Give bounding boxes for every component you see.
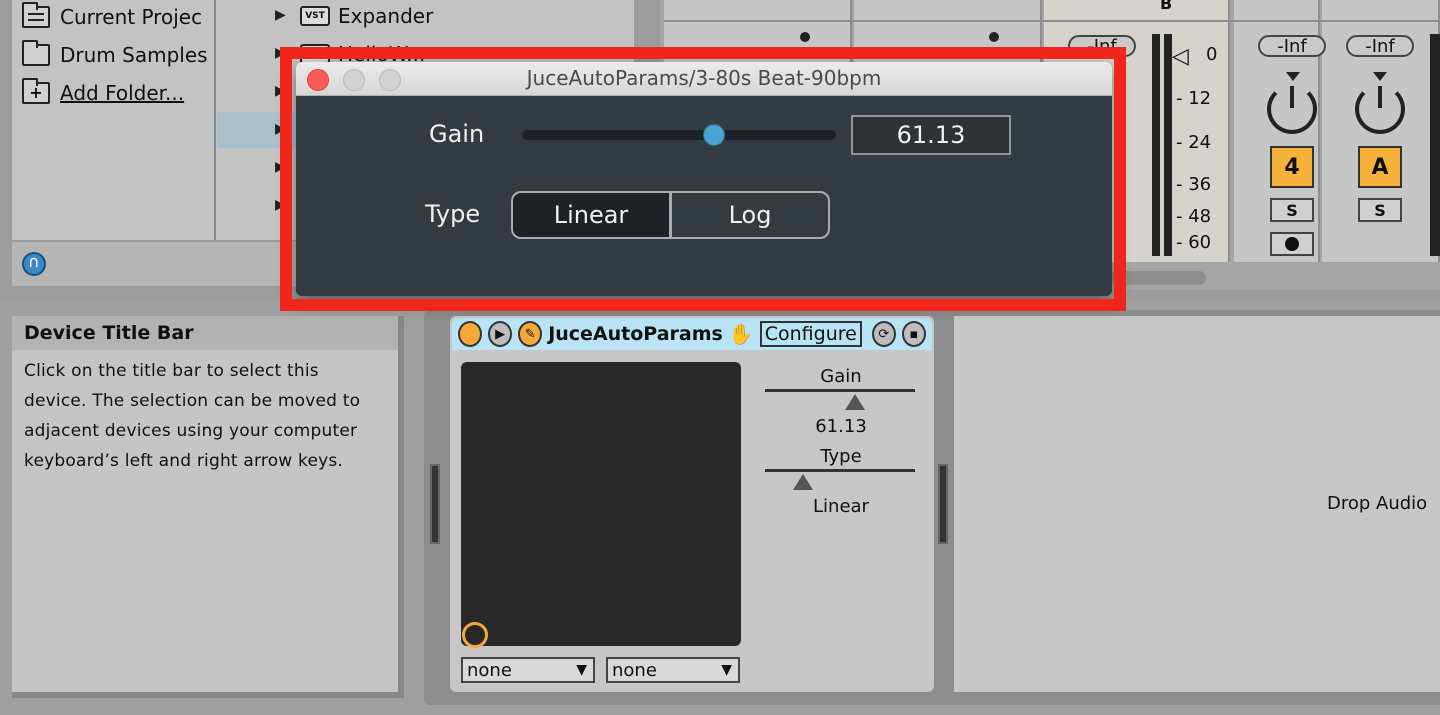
highlight-box: [280, 47, 1126, 311]
mixer-row-divider: [664, 20, 1440, 22]
device-name: JuceAutoParams: [548, 323, 723, 345]
device-activator-button[interactable]: [458, 321, 483, 347]
dropdown-caret-icon: ▼: [576, 662, 587, 678]
xy-x-mapping-dropdown[interactable]: none ▼: [461, 657, 595, 683]
play-icon[interactable]: ▶: [488, 321, 513, 347]
level-meter: [1164, 34, 1172, 256]
browser-item-expander[interactable]: VST Expander: [300, 2, 433, 30]
info-view-title: Device Title Bar: [12, 316, 398, 350]
configure-button[interactable]: Configure: [759, 321, 862, 347]
db-scale-label: - 60: [1176, 232, 1212, 253]
db-scale-label: - 12: [1176, 88, 1212, 109]
volume-fader-triangle-icon[interactable]: ◁: [1172, 44, 1189, 69]
track-volume-readout[interactable]: -Inf: [1346, 35, 1414, 57]
info-view-text: Click on the title bar to select this de…: [24, 361, 361, 471]
folder-icon: [22, 40, 50, 66]
places-item-drum-samples[interactable]: Drum Samples: [22, 38, 208, 72]
param-label-gain: Gain: [820, 366, 862, 387]
device-title-bar[interactable]: ▶ ✎ JuceAutoParams ✋ Configure ⟳ ▪: [452, 318, 932, 350]
places-item-current-project[interactable]: Current Projec: [22, 0, 202, 34]
refresh-icon[interactable]: ⟳: [871, 321, 896, 347]
device-resize-grip[interactable]: [430, 464, 440, 544]
solo-button[interactable]: S: [1270, 198, 1314, 222]
solo-button[interactable]: S: [1358, 198, 1402, 222]
pan-indicator-icon: [1373, 72, 1387, 81]
db-scale-label: - 24: [1176, 132, 1212, 153]
pan-indicator-icon: [1286, 72, 1300, 81]
pan-knob-needle: [1290, 86, 1294, 108]
type-param-slider[interactable]: [765, 469, 915, 472]
expand-triangle-icon[interactable]: ▶: [275, 7, 286, 23]
browser-item-label: Expander: [338, 4, 434, 28]
browser-column-divider[interactable]: [214, 0, 216, 240]
clip-stop-dot[interactable]: [800, 32, 810, 42]
track-header-letter: B: [1160, 0, 1173, 13]
add-folder-label: Add Folder...: [60, 81, 185, 105]
device-resize-grip[interactable]: [938, 464, 948, 544]
places-item-label: Drum Samples: [60, 43, 208, 67]
db-scale-label: 0: [1206, 44, 1218, 65]
hand-icon[interactable]: ✋: [729, 322, 754, 346]
db-scale-label: - 48: [1176, 206, 1212, 227]
param-value-gain: 61.13: [815, 416, 867, 437]
project-folder-icon: [22, 2, 50, 28]
track-activator-button[interactable]: A: [1358, 146, 1402, 188]
level-meter: [1152, 34, 1160, 256]
clip-stop-dot[interactable]: [989, 32, 999, 42]
xy-pad[interactable]: [461, 362, 741, 646]
track-activator-button[interactable]: 4: [1270, 146, 1314, 188]
wrench-icon[interactable]: ✎: [518, 321, 543, 347]
dropdown-value: none: [467, 659, 512, 681]
xy-y-mapping-dropdown[interactable]: none ▼: [606, 657, 740, 683]
xy-pad-handle[interactable]: [462, 622, 488, 648]
gain-param-pointer[interactable]: [845, 394, 865, 410]
add-folder-icon: +: [22, 78, 50, 104]
places-item-label: Current Projec: [60, 5, 203, 29]
drop-audio-text: Drop Audio: [1327, 493, 1428, 514]
headphone-preview-icon[interactable]: [22, 252, 46, 276]
dropdown-value: none: [612, 659, 657, 681]
vst-badge-icon: VST: [300, 6, 330, 26]
add-folder-button[interactable]: + Add Folder...: [22, 76, 184, 110]
gain-param-slider[interactable]: [765, 389, 915, 392]
save-preset-icon[interactable]: ▪: [901, 321, 926, 347]
level-meter: [1430, 34, 1440, 256]
dropdown-caret-icon: ▼: [721, 662, 732, 678]
param-value-type: Linear: [813, 496, 869, 517]
db-scale-label: - 36: [1176, 174, 1212, 195]
pan-knob-needle: [1378, 86, 1382, 108]
record-arm-button[interactable]: [1270, 232, 1314, 256]
type-param-pointer[interactable]: [793, 474, 813, 490]
param-label-type: Type: [820, 446, 862, 467]
track-volume-readout[interactable]: -Inf: [1258, 35, 1326, 57]
